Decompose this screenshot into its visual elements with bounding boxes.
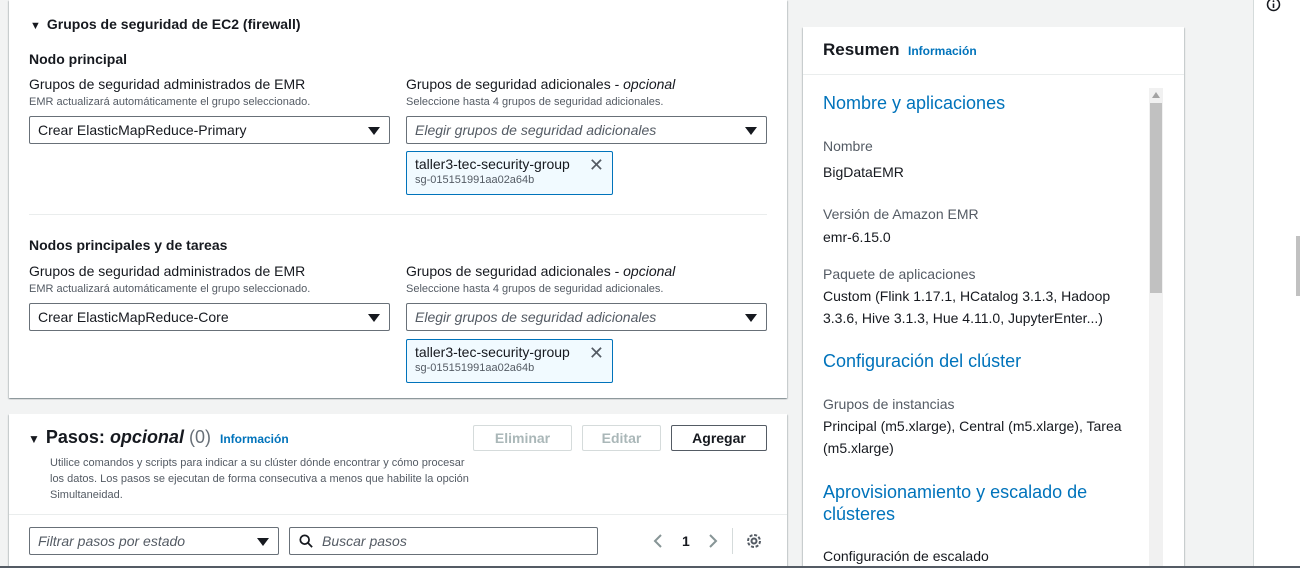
managed-sg-label: Grupos de seguridad administrados de EMR bbox=[29, 76, 306, 92]
caret-down-icon bbox=[368, 127, 380, 135]
edit-step-button[interactable]: Editar bbox=[582, 425, 661, 451]
divider bbox=[732, 528, 733, 554]
expand-caret-icon: ▼ bbox=[28, 432, 40, 446]
summary-scroll-thumb[interactable] bbox=[1150, 103, 1162, 293]
close-icon[interactable]: ✕ bbox=[589, 156, 604, 174]
name-value: BigDataEMR bbox=[823, 164, 904, 180]
summary-title: Resumen Información bbox=[823, 40, 977, 59]
additional-sg-label: Grupos de seguridad adicionales - opcion… bbox=[406, 263, 676, 279]
version-value: emr-6.15.0 bbox=[823, 229, 891, 245]
steps-info-link[interactable]: Información bbox=[220, 432, 289, 446]
caret-down-icon bbox=[745, 314, 757, 322]
primary-node-heading: Nodo principal bbox=[29, 51, 127, 67]
chevron-left-icon[interactable] bbox=[652, 533, 664, 549]
gear-icon[interactable] bbox=[745, 532, 763, 550]
divider bbox=[29, 214, 767, 215]
security-group-token: taller3-tec-security-group sg-015151991a… bbox=[406, 339, 613, 383]
divider bbox=[9, 514, 787, 515]
additional-sg-desc: Seleccione hasta 4 grupos de seguridad a… bbox=[406, 283, 664, 295]
additional-sg-select-primary[interactable]: Elegir grupos de seguridad adicionales bbox=[406, 116, 767, 144]
caret-down-icon bbox=[745, 127, 757, 135]
security-group-token: taller3-tec-security-group sg-015151991a… bbox=[406, 151, 613, 195]
managed-sg-desc: EMR actualizará automáticamente el grupo… bbox=[29, 283, 311, 295]
info-circle-icon[interactable] bbox=[1266, 0, 1281, 12]
managed-sg-select-core[interactable]: Crear ElasticMapReduce-Core bbox=[29, 303, 390, 331]
core-task-nodes-heading: Nodos principales y de tareas bbox=[29, 237, 228, 253]
additional-sg-label: Grupos de seguridad adicionales - opcion… bbox=[406, 76, 676, 92]
caret-down-icon bbox=[257, 538, 269, 546]
section-names-apps: Nombre y aplicaciones bbox=[823, 93, 1006, 113]
managed-sg-select-primary[interactable]: Crear ElasticMapReduce-Primary bbox=[29, 116, 390, 144]
section-provisioning: Aprovisionamiento y escalado de clústere… bbox=[823, 482, 1088, 524]
steps-description: Utilice comandos y scripts para indicar … bbox=[50, 457, 469, 501]
page-scrollbar-thumb[interactable] bbox=[1296, 236, 1300, 296]
divider bbox=[803, 74, 1184, 75]
version-key: Versión de Amazon EMR bbox=[823, 206, 979, 222]
managed-sg-label: Grupos de seguridad administrados de EMR bbox=[29, 263, 306, 279]
instances-value: Principal (m5.xlarge), Central (m5.xlarg… bbox=[823, 418, 1122, 456]
delete-step-button[interactable]: Eliminar bbox=[473, 425, 572, 451]
steps-header[interactable]: ▼ Pasos: opcional (0) Información bbox=[28, 427, 289, 448]
chevron-right-icon[interactable] bbox=[707, 533, 719, 549]
scaling-key: Configuración de escalado bbox=[823, 548, 989, 564]
managed-sg-desc: EMR actualizará automáticamente el grupo… bbox=[29, 96, 311, 108]
right-rail bbox=[1253, 0, 1300, 568]
additional-sg-select-core[interactable]: Elegir grupos de seguridad adicionales bbox=[406, 303, 767, 331]
add-step-button[interactable]: Agregar bbox=[671, 425, 767, 451]
scroll-up-arrow-icon[interactable] bbox=[1152, 92, 1160, 98]
expand-caret-icon: ▼ bbox=[30, 20, 41, 32]
search-steps-input[interactable]: Buscar pasos bbox=[289, 527, 598, 555]
filter-steps-select[interactable]: Filtrar pasos por estado bbox=[29, 527, 279, 555]
caret-down-icon bbox=[368, 314, 380, 322]
security-groups-header[interactable]: ▼ Grupos de seguridad de EC2 (firewall) bbox=[30, 16, 301, 32]
instances-key: Grupos de instancias bbox=[823, 396, 955, 412]
search-icon bbox=[299, 534, 313, 548]
section-cluster-config: Configuración del clúster bbox=[823, 351, 1022, 371]
additional-sg-desc: Seleccione hasta 4 grupos de seguridad a… bbox=[406, 96, 664, 108]
close-icon[interactable]: ✕ bbox=[589, 344, 604, 362]
name-key: Nombre bbox=[823, 138, 873, 154]
page-number[interactable]: 1 bbox=[682, 533, 690, 549]
apps-value: Custom (Flink 1.17.1, HCatalog 3.1.3, Ha… bbox=[823, 288, 1111, 326]
apps-key: Paquete de aplicaciones bbox=[823, 266, 976, 282]
summary-info-link[interactable]: Información bbox=[908, 44, 977, 58]
